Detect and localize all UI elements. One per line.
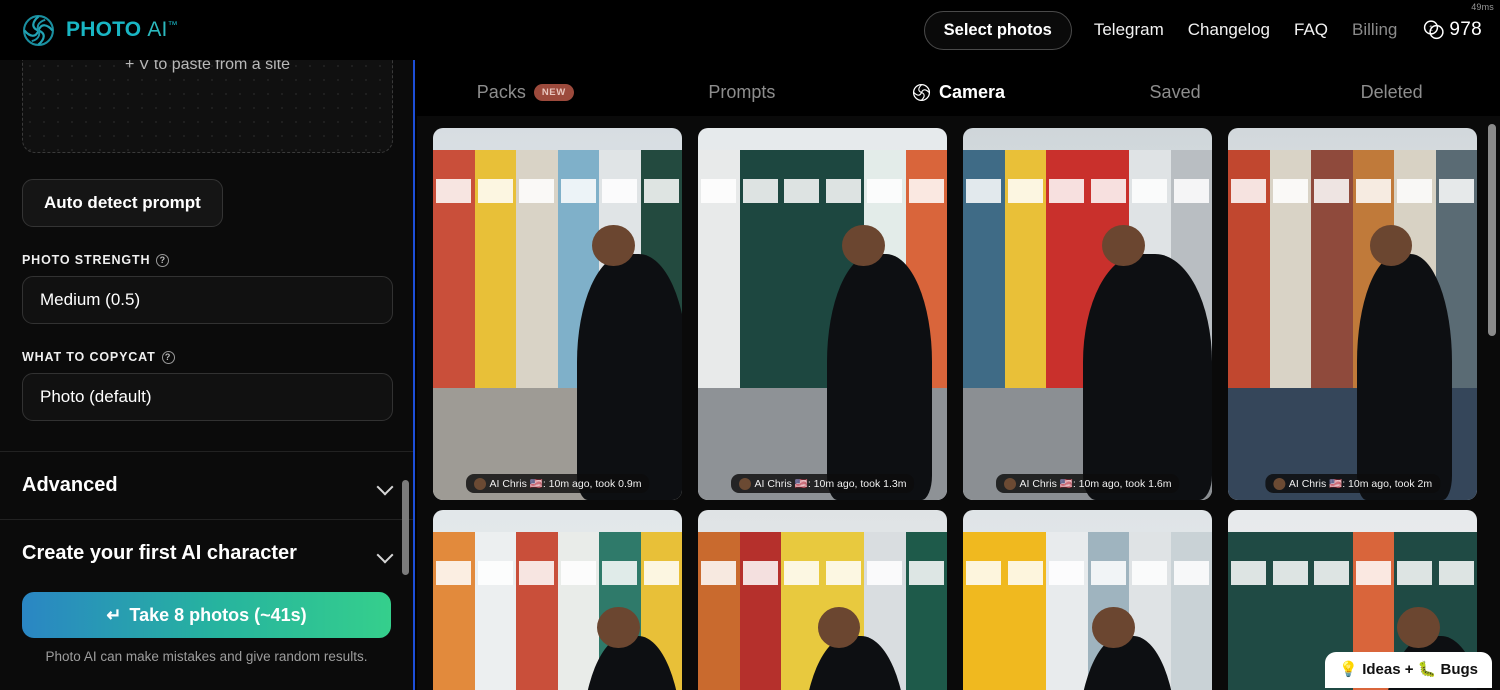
tab-prompts[interactable]: Prompts [634, 82, 851, 116]
accordion-advanced[interactable]: Advanced [0, 452, 413, 520]
photo-caption: AI Chris 🇺🇸: 10m ago, took 2m [1264, 474, 1441, 493]
what-to-copycat-label: WHAT TO COPYCAT ? [22, 350, 393, 364]
photo-caption-text: AI Chris 🇺🇸: 10m ago, took 1.3m [754, 478, 907, 490]
tab-prompts-label: Prompts [708, 82, 776, 102]
nav-link-billing[interactable]: Billing [1352, 20, 1397, 40]
photo-strength-select[interactable]: Medium (0.5) [22, 276, 393, 324]
accordion-create-label: Create your first AI character [22, 542, 297, 564]
photo-caption-text: AI Chris 🇺🇸: 10m ago, took 2m [1288, 478, 1433, 490]
photo-card[interactable]: AI Chris 🇺🇸: 10m ago, took 1.3m [698, 128, 947, 500]
generated-photo [963, 128, 1212, 500]
tab-saved[interactable]: Saved [1067, 82, 1284, 116]
ideas-bugs-label: Ideas + 🐛 Bugs [1362, 661, 1478, 678]
tab-packs-label: Packs [476, 82, 526, 102]
help-icon[interactable]: ? [161, 350, 175, 364]
photo-caption-text: AI Chris 🇺🇸: 10m ago, took 0.9m [489, 478, 642, 490]
photo-caption: AI Chris 🇺🇸: 10m ago, took 1.3m [730, 474, 915, 493]
generated-photo [963, 510, 1212, 690]
photo-card[interactable] [698, 510, 947, 690]
chevron-down-icon [378, 549, 393, 558]
sidebar-scrollbar[interactable] [402, 480, 409, 575]
new-badge: NEW [533, 84, 574, 101]
sidebar-footer: ↵ Take 8 photos (~41s) Photo AI can make… [0, 578, 413, 690]
accordion-advanced-label: Advanced [22, 474, 118, 496]
latency-badge: 49ms [1471, 2, 1494, 12]
header-nav: Select photos Telegram Changelog FAQ Bil… [923, 10, 1482, 50]
brand-title: PHOTO AI™ [66, 18, 178, 41]
what-to-copycat-select[interactable]: Photo (default) [22, 373, 393, 421]
avatar [1272, 477, 1285, 490]
photo-caption: AI Chris 🇺🇸: 10m ago, took 1.6m [995, 474, 1180, 493]
auto-detect-prompt-button[interactable]: Auto detect prompt [22, 179, 223, 227]
select-photos-button[interactable]: Select photos [923, 10, 1072, 50]
generated-photo [698, 510, 947, 690]
tab-deleted[interactable]: Deleted [1283, 82, 1500, 116]
photo-caption: AI Chris 🇺🇸: 10m ago, took 0.9m [465, 474, 650, 493]
photo-card[interactable]: AI Chris 🇺🇸: 10m ago, took 1.6m [963, 128, 1212, 500]
tab-packs[interactable]: Packs NEW [417, 82, 634, 116]
tab-camera-label: Camera [938, 82, 1005, 102]
avatar [738, 477, 751, 490]
main-scrollbar[interactable] [1488, 124, 1496, 336]
sidebar-scroll-region: Upload a photo to copycat or press ⌘ + V… [0, 0, 413, 622]
photo-strength-label: PHOTO STRENGTH ? [22, 253, 393, 267]
photo-grid: AI Chris 🇺🇸: 10m ago, took 0.9m AI Chris … [417, 118, 1500, 690]
photo-card[interactable] [433, 510, 682, 690]
enter-arrow-icon: ↵ [106, 604, 122, 625]
ideas-bugs-button[interactable]: 💡 Ideas + 🐛 Bugs [1325, 652, 1492, 688]
tab-saved-label: Saved [1149, 82, 1201, 102]
generated-photo [1228, 128, 1477, 500]
nav-link-faq[interactable]: FAQ [1294, 20, 1328, 40]
generated-photo [698, 128, 947, 500]
app-root: Packs NEW Prompts Camera Saved Deleted A… [0, 0, 1500, 690]
chevron-down-icon [378, 481, 393, 490]
help-icon[interactable]: ? [156, 253, 170, 267]
nav-link-changelog[interactable]: Changelog [1188, 20, 1270, 40]
generated-photo [433, 128, 682, 500]
top-header: PHOTO AI™ Select photos Telegram Changel… [0, 0, 1500, 60]
photo-card[interactable] [963, 510, 1212, 690]
photo-ai-shutter-logo-icon [23, 14, 54, 46]
take-photos-label: Take 8 photos (~41s) [129, 604, 307, 625]
camera-shutter-icon [912, 83, 931, 102]
avatar [1003, 477, 1016, 490]
coins-icon: 1 [1424, 20, 1445, 40]
lightbulb-icon: 💡 [1339, 661, 1359, 678]
avatar [473, 477, 486, 490]
tab-bar: Packs NEW Prompts Camera Saved Deleted [417, 60, 1500, 116]
photo-card[interactable]: AI Chris 🇺🇸: 10m ago, took 0.9m [433, 128, 682, 500]
tab-deleted-label: Deleted [1360, 82, 1423, 102]
generated-photo [433, 510, 682, 690]
main-content: Packs NEW Prompts Camera Saved Deleted A… [417, 0, 1500, 690]
nav-link-telegram[interactable]: Telegram [1094, 20, 1164, 40]
credits-count: 978 [1449, 19, 1482, 40]
credits-indicator[interactable]: 1 978 [1421, 18, 1482, 42]
sidebar: Upload a photo to copycat or press ⌘ + V… [0, 0, 415, 690]
tab-camera[interactable]: Camera [850, 82, 1067, 116]
take-photos-button[interactable]: ↵ Take 8 photos (~41s) [22, 592, 391, 638]
disclaimer-text: Photo AI can make mistakes and give rand… [45, 649, 368, 664]
brand-logo-group[interactable]: PHOTO AI™ [22, 14, 178, 47]
photo-card[interactable]: AI Chris 🇺🇸: 10m ago, took 2m [1228, 128, 1477, 500]
photo-caption-text: AI Chris 🇺🇸: 10m ago, took 1.6m [1019, 478, 1172, 490]
